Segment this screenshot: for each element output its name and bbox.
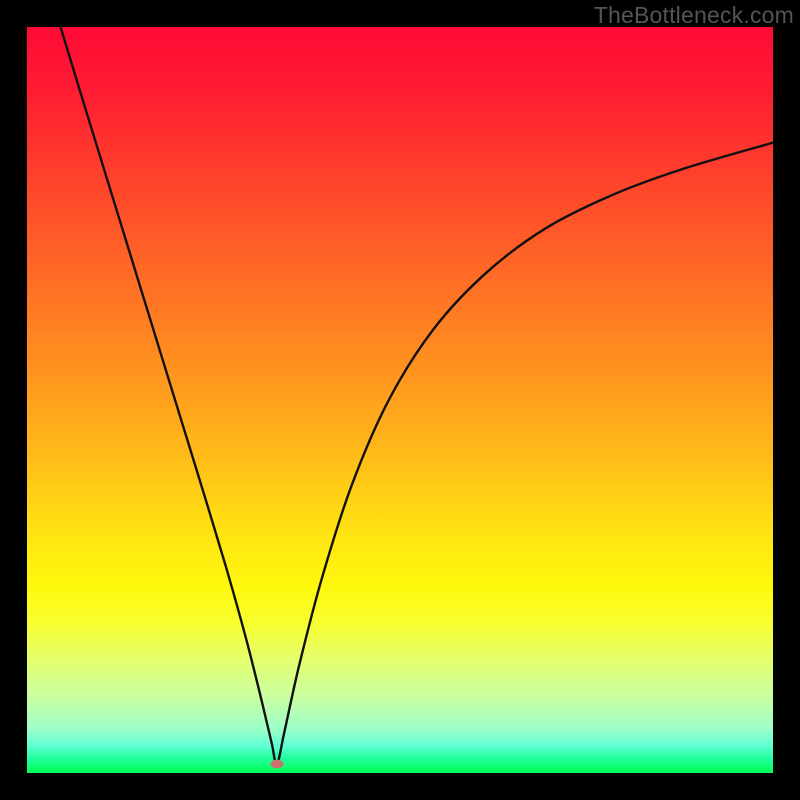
- minimum-marker: [270, 760, 283, 769]
- plot-area: [27, 27, 773, 773]
- curve-path: [61, 27, 773, 764]
- watermark-text: TheBottleneck.com: [594, 2, 794, 29]
- bottleneck-curve: [27, 27, 773, 773]
